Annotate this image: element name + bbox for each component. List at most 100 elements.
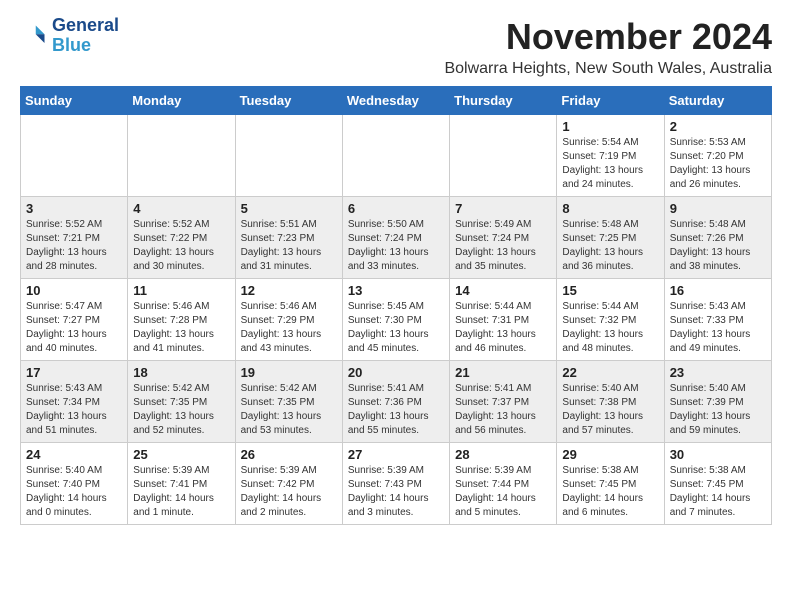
day-info: Sunrise: 5:51 AM Sunset: 7:23 PM Dayligh… <box>241 218 337 274</box>
calendar-cell: 10Sunrise: 5:47 AM Sunset: 7:27 PM Dayli… <box>21 279 128 361</box>
day-info: Sunrise: 5:38 AM Sunset: 7:45 PM Dayligh… <box>562 464 658 520</box>
day-number: 11 <box>133 283 229 298</box>
day-info: Sunrise: 5:46 AM Sunset: 7:28 PM Dayligh… <box>133 300 229 356</box>
calendar-cell: 28 Sunrise: 5:39 AM Sunset: 7:44 PM Dayli… <box>450 443 557 525</box>
subtitle: Bolwarra Heights, New South Wales, Austr… <box>444 60 772 78</box>
day-info: Sunrise: 5:46 AM Sunset: 7:29 PM Dayligh… <box>241 300 337 356</box>
calendar-cell: 27 Sunrise: 5:39 AM Sunset: 7:43 PM Dayli… <box>342 443 449 525</box>
day-number: 18 <box>133 365 229 380</box>
title-block: November 2024 Bolwarra Heights, New Sout… <box>444 16 772 78</box>
day-number: 28 <box>455 447 551 462</box>
day-info: Sunrise: 5:45 AM Sunset: 7:30 PM Dayligh… <box>348 300 444 356</box>
calendar-cell: 19 Sunrise: 5:42 AM Sunset: 7:35 PM Dayli… <box>235 361 342 443</box>
calendar-cell: 22Sunrise: 5:40 AM Sunset: 7:38 PM Dayli… <box>557 361 664 443</box>
day-number: 15 <box>562 283 658 298</box>
day-number: 13 <box>348 283 444 298</box>
calendar-week-3: 10Sunrise: 5:47 AM Sunset: 7:27 PM Dayli… <box>21 279 772 361</box>
day-info: Sunrise: 5:44 AM Sunset: 7:31 PM Dayligh… <box>455 300 551 356</box>
calendar-week-5: 24 Sunrise: 5:40 AM Sunset: 7:40 PM Dayli… <box>21 443 772 525</box>
calendar-cell <box>342 115 449 197</box>
day-info: Sunrise: 5:50 AM Sunset: 7:24 PM Dayligh… <box>348 218 444 274</box>
calendar-cell: 12 Sunrise: 5:46 AM Sunset: 7:29 PM Dayli… <box>235 279 342 361</box>
day-number: 3 <box>26 201 122 216</box>
logo-icon <box>20 22 48 50</box>
day-number: 25 <box>133 447 229 462</box>
calendar-cell: 6 Sunrise: 5:50 AM Sunset: 7:24 PM Daylig… <box>342 197 449 279</box>
day-number: 20 <box>348 365 444 380</box>
day-number: 14 <box>455 283 551 298</box>
calendar-cell: 26 Sunrise: 5:39 AM Sunset: 7:42 PM Dayli… <box>235 443 342 525</box>
day-info: Sunrise: 5:53 AM Sunset: 7:20 PM Dayligh… <box>670 136 766 192</box>
day-number: 2 <box>670 119 766 134</box>
day-info: Sunrise: 5:54 AM Sunset: 7:19 PM Dayligh… <box>562 136 658 192</box>
calendar-cell: 1 Sunrise: 5:54 AM Sunset: 7:19 PM Daylig… <box>557 115 664 197</box>
calendar-cell <box>235 115 342 197</box>
day-info: Sunrise: 5:39 AM Sunset: 7:42 PM Dayligh… <box>241 464 337 520</box>
day-info: Sunrise: 5:42 AM Sunset: 7:35 PM Dayligh… <box>241 382 337 438</box>
calendar-cell: 18 Sunrise: 5:42 AM Sunset: 7:35 PM Dayli… <box>128 361 235 443</box>
day-info: Sunrise: 5:48 AM Sunset: 7:26 PM Dayligh… <box>670 218 766 274</box>
day-info: Sunrise: 5:52 AM Sunset: 7:21 PM Dayligh… <box>26 218 122 274</box>
day-number: 5 <box>241 201 337 216</box>
calendar-cell: 13 Sunrise: 5:45 AM Sunset: 7:30 PM Dayli… <box>342 279 449 361</box>
day-number: 4 <box>133 201 229 216</box>
weekday-header-row: SundayMondayTuesdayWednesdayThursdayFrid… <box>21 87 772 115</box>
day-info: Sunrise: 5:39 AM Sunset: 7:41 PM Dayligh… <box>133 464 229 520</box>
day-number: 29 <box>562 447 658 462</box>
day-number: 22 <box>562 365 658 380</box>
day-number: 8 <box>562 201 658 216</box>
day-info: Sunrise: 5:40 AM Sunset: 7:40 PM Dayligh… <box>26 464 122 520</box>
day-info: Sunrise: 5:42 AM Sunset: 7:35 PM Dayligh… <box>133 382 229 438</box>
weekday-header-thursday: Thursday <box>450 87 557 115</box>
day-info: Sunrise: 5:41 AM Sunset: 7:37 PM Dayligh… <box>455 382 551 438</box>
day-info: Sunrise: 5:52 AM Sunset: 7:22 PM Dayligh… <box>133 218 229 274</box>
day-number: 23 <box>670 365 766 380</box>
day-info: Sunrise: 5:43 AM Sunset: 7:34 PM Dayligh… <box>26 382 122 438</box>
weekday-header-monday: Monday <box>128 87 235 115</box>
logo: General Blue <box>20 16 119 56</box>
calendar-week-2: 3 Sunrise: 5:52 AM Sunset: 7:21 PM Daylig… <box>21 197 772 279</box>
day-number: 27 <box>348 447 444 462</box>
day-number: 24 <box>26 447 122 462</box>
calendar-cell: 3 Sunrise: 5:52 AM Sunset: 7:21 PM Daylig… <box>21 197 128 279</box>
page-header: General Blue November 2024 Bolwarra Heig… <box>20 16 772 78</box>
main-title: November 2024 <box>444 16 772 58</box>
day-number: 26 <box>241 447 337 462</box>
logo-text-line2: Blue <box>52 36 119 56</box>
day-info: Sunrise: 5:44 AM Sunset: 7:32 PM Dayligh… <box>562 300 658 356</box>
day-info: Sunrise: 5:39 AM Sunset: 7:43 PM Dayligh… <box>348 464 444 520</box>
calendar-week-1: 1 Sunrise: 5:54 AM Sunset: 7:19 PM Daylig… <box>21 115 772 197</box>
calendar-cell <box>450 115 557 197</box>
calendar-cell: 14 Sunrise: 5:44 AM Sunset: 7:31 PM Dayli… <box>450 279 557 361</box>
day-info: Sunrise: 5:48 AM Sunset: 7:25 PM Dayligh… <box>562 218 658 274</box>
weekday-header-saturday: Saturday <box>664 87 771 115</box>
day-info: Sunrise: 5:38 AM Sunset: 7:45 PM Dayligh… <box>670 464 766 520</box>
day-number: 9 <box>670 201 766 216</box>
day-info: Sunrise: 5:47 AM Sunset: 7:27 PM Dayligh… <box>26 300 122 356</box>
day-info: Sunrise: 5:40 AM Sunset: 7:39 PM Dayligh… <box>670 382 766 438</box>
day-number: 16 <box>670 283 766 298</box>
calendar-cell: 7Sunrise: 5:49 AM Sunset: 7:24 PM Daylig… <box>450 197 557 279</box>
day-number: 6 <box>348 201 444 216</box>
calendar-cell: 15 Sunrise: 5:44 AM Sunset: 7:32 PM Dayli… <box>557 279 664 361</box>
day-info: Sunrise: 5:39 AM Sunset: 7:44 PM Dayligh… <box>455 464 551 520</box>
calendar-cell: 25 Sunrise: 5:39 AM Sunset: 7:41 PM Dayli… <box>128 443 235 525</box>
day-number: 1 <box>562 119 658 134</box>
weekday-header-friday: Friday <box>557 87 664 115</box>
day-number: 7 <box>455 201 551 216</box>
calendar-cell: 4 Sunrise: 5:52 AM Sunset: 7:22 PM Daylig… <box>128 197 235 279</box>
day-number: 19 <box>241 365 337 380</box>
calendar-cell: 23 Sunrise: 5:40 AM Sunset: 7:39 PM Dayli… <box>664 361 771 443</box>
day-number: 30 <box>670 447 766 462</box>
weekday-header-wednesday: Wednesday <box>342 87 449 115</box>
calendar-cell: 8 Sunrise: 5:48 AM Sunset: 7:25 PM Daylig… <box>557 197 664 279</box>
calendar-cell: 2 Sunrise: 5:53 AM Sunset: 7:20 PM Daylig… <box>664 115 771 197</box>
day-number: 12 <box>241 283 337 298</box>
calendar-cell <box>21 115 128 197</box>
calendar-cell: 9 Sunrise: 5:48 AM Sunset: 7:26 PM Daylig… <box>664 197 771 279</box>
calendar-cell: 30 Sunrise: 5:38 AM Sunset: 7:45 PM Dayli… <box>664 443 771 525</box>
calendar-cell: 29 Sunrise: 5:38 AM Sunset: 7:45 PM Dayli… <box>557 443 664 525</box>
weekday-header-sunday: Sunday <box>21 87 128 115</box>
calendar-cell: 11 Sunrise: 5:46 AM Sunset: 7:28 PM Dayli… <box>128 279 235 361</box>
calendar-cell: 5 Sunrise: 5:51 AM Sunset: 7:23 PM Daylig… <box>235 197 342 279</box>
